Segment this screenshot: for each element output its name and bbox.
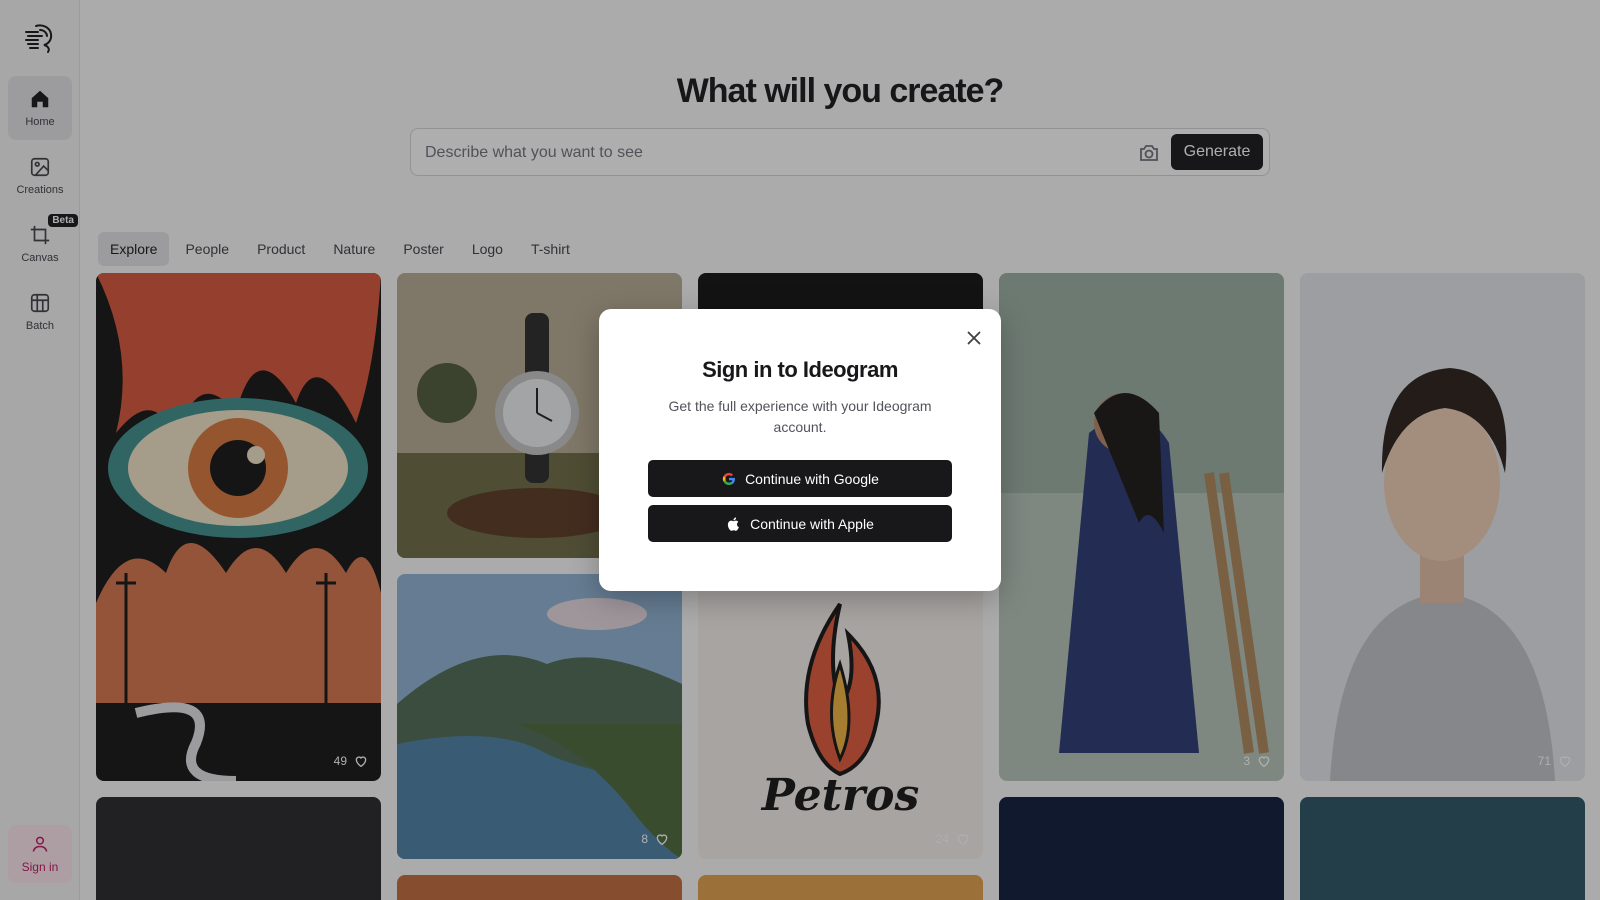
continue-with-apple-button[interactable]: Continue with Apple	[648, 505, 952, 542]
apple-icon	[728, 516, 739, 531]
google-button-label: Continue with Google	[745, 470, 879, 487]
apple-button-label: Continue with Apple	[750, 515, 874, 532]
modal-title: Sign in to Ideogram	[702, 357, 898, 382]
modal-subtitle: Get the full experience with your Ideogr…	[668, 398, 932, 435]
continue-with-google-button[interactable]: Continue with Google	[648, 460, 952, 497]
signin-modal: Sign in to Ideogram Get the full experie…	[599, 309, 1001, 591]
close-icon[interactable]	[963, 327, 985, 349]
google-icon	[722, 472, 736, 485]
